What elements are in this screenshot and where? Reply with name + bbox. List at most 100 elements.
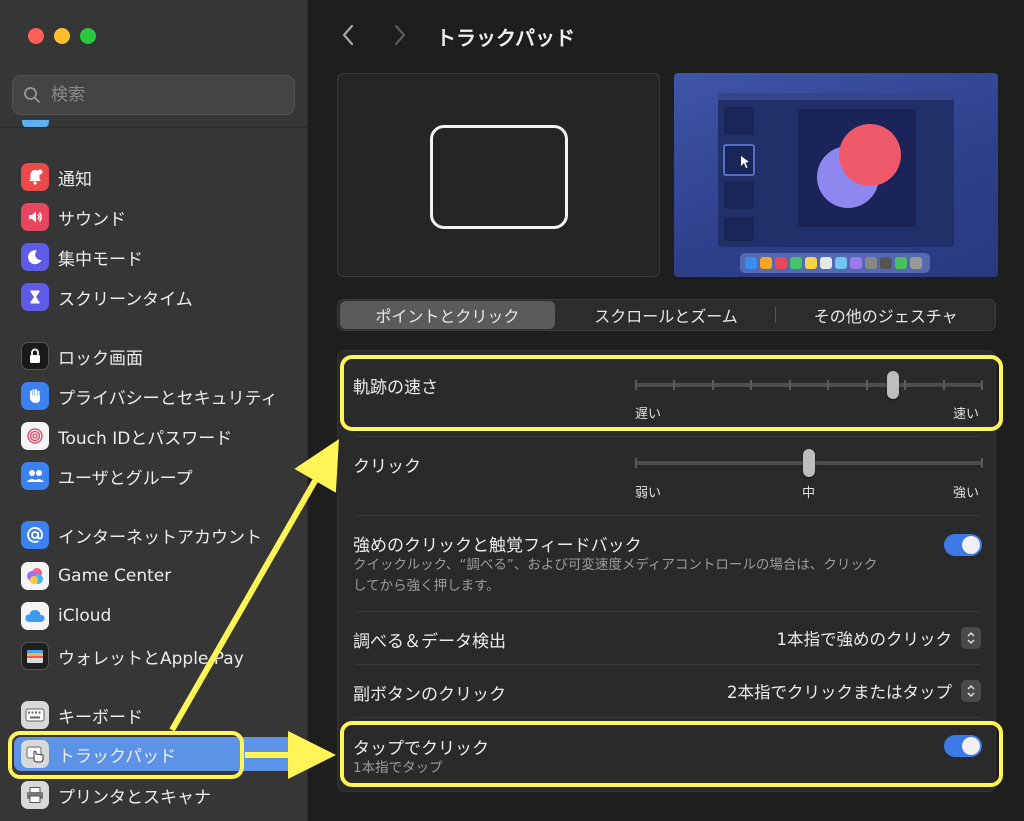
tab-divider (775, 307, 777, 323)
tracking-speed-label: 軌跡の速さ (353, 378, 438, 398)
cloud-icon (21, 602, 49, 630)
tab-scroll-and-zoom[interactable]: スクロールとズーム (559, 301, 774, 329)
lookup-label: 調べる＆データ検出 (353, 632, 506, 652)
back-button[interactable] (335, 22, 361, 48)
tab-more-gestures[interactable]: その他のジェスチャ (778, 301, 993, 329)
force-click-toggle[interactable] (944, 534, 982, 556)
tap-to-click-label: タップでクリック (353, 739, 489, 759)
click-label: クリック (353, 457, 421, 477)
sidebar-item-notifications[interactable]: 通知 (14, 160, 294, 194)
hand-icon (21, 382, 49, 410)
hourglass-icon (21, 283, 49, 311)
chevron-up-down-icon (961, 680, 981, 702)
settings-panel: 軌跡の速さ 遅い 速い クリック 弱い 中 強い 強めのクリックと触覚フィードバ… (337, 350, 996, 792)
forward-button[interactable] (387, 22, 413, 48)
sidebar-item-label: Touch IDとパスワード (58, 428, 233, 449)
row-divider (354, 515, 981, 516)
sidebar-item-label: プライバシーとセキュリティ (58, 388, 278, 409)
sidebar-item-internet-accounts[interactable]: インターネットアカウント (14, 518, 294, 552)
sidebar-item-keyboard[interactable]: キーボード (14, 698, 294, 732)
sidebar-item-label: Game Center (58, 566, 172, 586)
sidebar-item-label: スクリーンタイム (58, 289, 193, 310)
slider-tick (789, 380, 791, 390)
wallet-icon (21, 642, 49, 670)
users-icon (21, 462, 49, 490)
slider-tick (827, 380, 829, 390)
click-min-label: 弱い (635, 486, 662, 501)
sidebar-item-label: ロック画面 (58, 348, 143, 369)
sidebar-item-printers[interactable]: プリンタとスキャナ (14, 778, 294, 812)
page-title: トラックパッド (436, 26, 575, 50)
sidebar-item-wallet[interactable]: ウォレットとApple Pay (14, 639, 294, 673)
speaker-icon (21, 203, 49, 231)
sidebar-item-label: iCloud (58, 606, 112, 626)
sidebar-item-sound[interactable]: サウンド (14, 200, 294, 234)
sidebar-item-label: サウンド (58, 209, 126, 230)
lookup-value: 1本指で強めのクリック (776, 630, 953, 649)
sidebar-item-game-center[interactable]: Game Center (14, 559, 294, 593)
secondary-click-popup[interactable]: 2本指でクリックまたはタップ (727, 679, 981, 703)
sidebar-item-trackpad[interactable]: トラックパッド (14, 737, 294, 771)
sidebar-item-privacy[interactable]: プライバシーとセキュリティ (14, 379, 294, 413)
sidebar: 通知 サウンド 集中モード スクリーンタイム ロック画面 プライバシーとセキュリ… (0, 0, 308, 821)
chevron-up-down-icon (961, 627, 981, 649)
sidebar-item-users[interactable]: ユーザとグループ (14, 459, 294, 493)
click-strength-slider[interactable] (635, 449, 983, 485)
close-button[interactable] (28, 28, 44, 44)
search-input[interactable] (51, 85, 271, 105)
tap-to-click-description: 1本指でタップ (353, 760, 443, 776)
main-content: トラックパッド ポイントとクリック スクロールとズーム その他のジェスチャ 軌跡… (309, 0, 1024, 821)
sidebar-item-label: 集中モード (58, 249, 143, 270)
chevron-right-icon (394, 24, 406, 46)
row-divider (354, 611, 981, 612)
secondary-click-value: 2本指でクリックまたはタップ (727, 683, 952, 702)
window-controls (28, 28, 96, 44)
chevron-left-icon (342, 24, 354, 46)
sidebar-item-screen-time[interactable]: スクリーンタイム (14, 280, 294, 314)
minimize-button[interactable] (54, 28, 70, 44)
slider-tick (943, 380, 945, 390)
slider-tick (981, 458, 983, 468)
secondary-click-label: 副ボタンのクリック (353, 685, 506, 705)
slider-knob[interactable] (887, 371, 899, 399)
tracking-speed-min-label: 遅い (635, 407, 662, 422)
sidebar-item-label: ユーザとグループ (58, 468, 193, 489)
zoom-button[interactable] (80, 28, 96, 44)
slider-tick (904, 380, 906, 390)
slider-tick (750, 380, 752, 390)
tracking-speed-slider[interactable] (635, 371, 983, 407)
row-divider (354, 717, 981, 718)
moon-icon (21, 243, 49, 271)
search-field[interactable] (12, 75, 295, 115)
sidebar-item-icloud[interactable]: iCloud (14, 599, 294, 633)
tab-bar: ポイントとクリック スクロールとズーム その他のジェスチャ (337, 299, 996, 331)
click-mid-label: 中 (802, 486, 816, 501)
sidebar-item-focus[interactable]: 集中モード (14, 240, 294, 274)
sidebar-item-label: ウォレットとApple Pay (58, 648, 244, 669)
sidebar-item-label: 通知 (58, 169, 92, 190)
click-max-label: 強い (952, 486, 979, 501)
tap-to-click-toggle[interactable] (944, 735, 982, 757)
trackpad-icon (21, 740, 49, 768)
trackpad-preview (337, 73, 660, 277)
slider-tick (981, 380, 983, 390)
printer-icon (21, 781, 49, 809)
sidebar-item-lock-screen[interactable]: ロック画面 (14, 339, 294, 373)
search-icon (24, 87, 40, 103)
row-divider (354, 436, 981, 437)
lock-icon (21, 342, 49, 370)
force-click-label: 強めのクリックと触覚フィードバック (353, 536, 642, 556)
lookup-popup[interactable]: 1本指で強めのクリック (776, 626, 981, 650)
bell-icon (21, 163, 49, 191)
slider-knob[interactable] (803, 449, 815, 477)
sidebar-item-label: インターネットアカウント (58, 527, 262, 548)
sidebar-item-touch-id[interactable]: Touch IDとパスワード (14, 419, 294, 453)
sidebar-item-label: プリンタとスキャナ (58, 787, 211, 808)
sidebar-item-label: キーボード (58, 707, 143, 728)
slider-tick (866, 380, 868, 390)
game-center-icon (21, 562, 49, 590)
force-click-description-line-1: クイックルック、“調べる”、および可変速度メディアコントロールの場合は、クリック (353, 557, 878, 573)
slider-tick (673, 380, 675, 390)
force-click-description-line-2: してから強く押します。 (353, 578, 500, 594)
tab-point-and-click[interactable]: ポイントとクリック (340, 301, 555, 329)
